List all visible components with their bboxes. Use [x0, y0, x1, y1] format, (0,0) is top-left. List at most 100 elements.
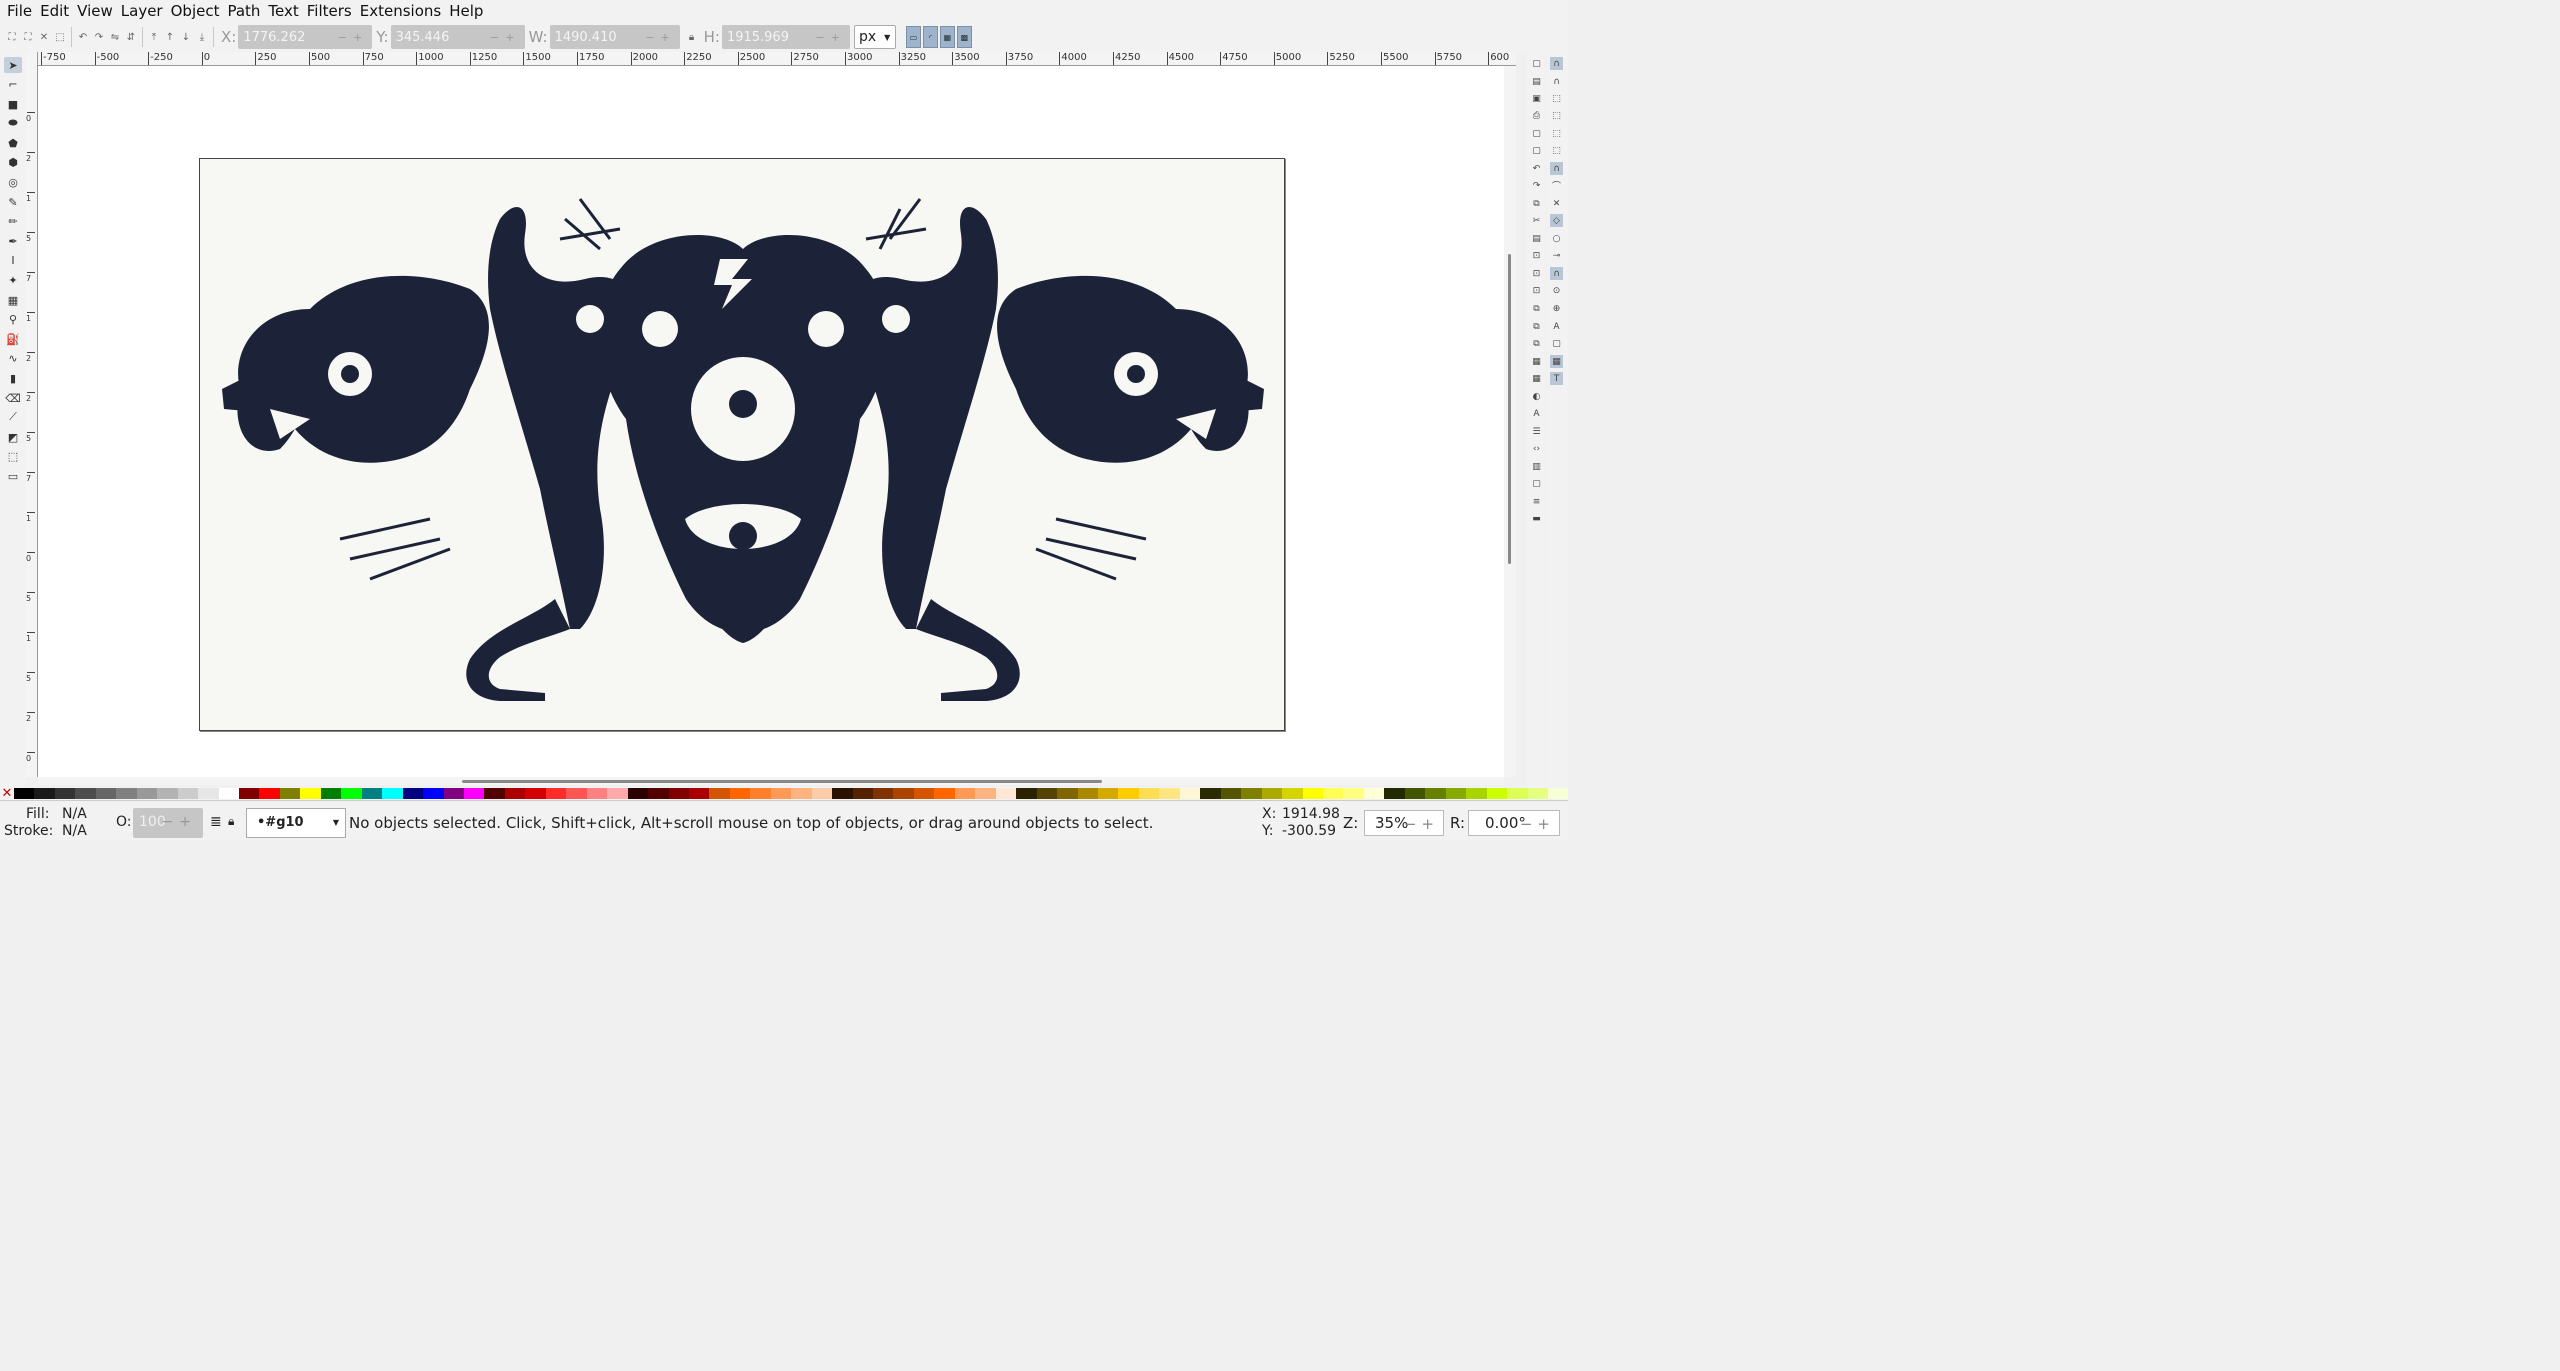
color-swatch[interactable] [382, 788, 403, 799]
document-properties-icon[interactable]: ▢ [1530, 477, 1543, 490]
y-stepper[interactable]: −+ [490, 31, 520, 44]
zoom-stepper[interactable]: −+ [1404, 815, 1439, 833]
lock-layer-icon[interactable]: 🔒︎ [228, 814, 234, 829]
pencil-tool-icon[interactable]: ✏ [4, 213, 22, 229]
node-tool-icon[interactable]: ⌐ [4, 76, 22, 92]
color-swatch[interactable] [648, 788, 669, 799]
color-swatch[interactable] [1404, 788, 1426, 799]
star-tool-icon[interactable]: ⬟ [4, 135, 22, 151]
color-swatch[interactable] [545, 788, 567, 799]
save-icon[interactable]: ▣ [1530, 92, 1543, 105]
color-swatch[interactable] [1486, 788, 1508, 799]
pen-tool-icon[interactable]: ✎ [4, 194, 22, 210]
color-swatch[interactable] [259, 788, 280, 799]
snap-bbox-center-icon[interactable]: ⬚ [1550, 144, 1563, 157]
color-swatch[interactable] [1179, 788, 1201, 799]
color-swatch[interactable] [975, 788, 996, 799]
color-swatch[interactable] [116, 788, 137, 799]
color-swatch[interactable] [320, 788, 342, 799]
touch-select-icon[interactable]: ⬚ [52, 29, 68, 45]
vertical-scroll-thumb[interactable] [1508, 254, 1511, 564]
color-swatch[interactable] [1363, 788, 1385, 799]
text-font-icon[interactable]: A [1530, 407, 1543, 420]
select-all-icon[interactable]: ⛶ [4, 29, 20, 45]
snap-bbox-edge-icon[interactable]: ⬚ [1550, 92, 1563, 105]
menu-file[interactable]: File [3, 0, 36, 22]
color-swatch[interactable] [873, 788, 894, 799]
color-swatch[interactable] [1261, 788, 1283, 799]
text-tool-icon[interactable]: Ⅰ [4, 252, 22, 268]
color-swatch[interactable] [1384, 788, 1405, 799]
3dbox-tool-icon[interactable]: ⬢ [4, 154, 22, 170]
cut-icon[interactable]: ✂ [1530, 214, 1543, 227]
color-swatch[interactable] [1282, 788, 1303, 799]
color-swatch[interactable] [688, 788, 710, 799]
color-swatch[interactable] [198, 788, 219, 799]
color-swatch[interactable] [423, 788, 444, 799]
duplicate-icon[interactable]: ⧉ [1530, 302, 1543, 315]
canvas[interactable] [38, 66, 1504, 777]
horizontal-scrollbar[interactable] [38, 777, 1504, 785]
snap-bbox-corner-icon[interactable]: ⬚ [1550, 109, 1563, 122]
menu-path[interactable]: Path [223, 0, 264, 22]
w-stepper[interactable]: −+ [645, 31, 675, 44]
mesh-tool-icon[interactable]: ▦ [4, 292, 22, 308]
xml-editor-icon[interactable]: ‹› [1530, 442, 1543, 455]
color-swatch[interactable] [1138, 788, 1160, 799]
color-swatch[interactable] [995, 788, 1017, 799]
menu-view[interactable]: View [73, 0, 117, 22]
color-swatch[interactable] [668, 788, 689, 799]
new-document-icon[interactable]: ▢ [1530, 57, 1543, 70]
copy-icon[interactable]: ⧉ [1530, 197, 1543, 210]
color-swatch[interactable] [566, 788, 587, 799]
color-swatch[interactable] [709, 788, 730, 799]
color-swatch[interactable] [934, 788, 955, 799]
eraser-tool-icon[interactable]: ⌫ [4, 390, 22, 406]
color-swatch[interactable] [484, 788, 505, 799]
spiral-tool-icon[interactable]: ◎ [4, 174, 22, 190]
snap-grid-icon[interactable]: ▦ [1550, 355, 1563, 368]
color-swatch[interactable] [1057, 788, 1078, 799]
clone-icon[interactable]: ⧉ [1530, 320, 1543, 333]
dropper-tool-icon[interactable]: ⚲ [4, 311, 22, 327]
unlink-clone-icon[interactable]: ⧉ [1530, 337, 1543, 350]
color-swatch[interactable] [852, 788, 874, 799]
undo-icon[interactable]: ↶ [1530, 162, 1543, 175]
menu-filters[interactable]: Filters [303, 0, 356, 22]
menu-text[interactable]: Text [264, 0, 302, 22]
export-icon[interactable]: ▢ [1530, 144, 1543, 157]
color-swatch[interactable] [750, 788, 771, 799]
color-swatch[interactable] [218, 788, 239, 799]
color-swatch[interactable] [1118, 788, 1139, 799]
color-swatch[interactable] [361, 788, 383, 799]
menu-layer[interactable]: Layer [117, 0, 167, 22]
select-all-layers-icon[interactable]: ⛶ [20, 29, 36, 45]
gradient-tool-icon[interactable]: ◩ [4, 429, 22, 445]
horizontal-scroll-thumb[interactable] [462, 780, 1102, 783]
color-swatch[interactable] [463, 788, 485, 799]
snap-enable-icon[interactable]: ∩ [1550, 57, 1563, 70]
flip-horizontal-icon[interactable]: ⇋ [107, 29, 123, 45]
snap-bbox-midpoint-icon[interactable]: ⬚ [1550, 127, 1563, 140]
color-swatch[interactable] [1077, 788, 1099, 799]
snap-bbox-icon[interactable]: ∩ [1550, 75, 1563, 88]
color-swatch[interactable] [1445, 788, 1467, 799]
paint-bucket-tool-icon[interactable]: ⛽ [4, 331, 22, 347]
rotation-stepper[interactable]: −+ [1520, 815, 1555, 833]
import-icon[interactable]: ▢ [1530, 127, 1543, 140]
x-input[interactable]: 1776.262 −+ [238, 25, 373, 49]
snap-page-icon[interactable]: ▢ [1550, 337, 1563, 350]
color-swatch[interactable] [1036, 788, 1058, 799]
color-swatch[interactable] [75, 788, 96, 799]
snap-midpoint-icon[interactable]: ⊸ [1550, 249, 1563, 262]
color-swatch[interactable] [1159, 788, 1180, 799]
zoom-drawing-icon[interactable]: ⊡ [1530, 267, 1543, 280]
color-swatch[interactable] [402, 788, 424, 799]
color-swatch[interactable] [443, 788, 464, 799]
spray-can-tool-icon[interactable]: ▮ [4, 370, 22, 386]
color-swatch[interactable] [54, 788, 76, 799]
color-swatch[interactable] [1343, 788, 1364, 799]
no-paint-swatch[interactable]: ✕ [0, 787, 14, 800]
deselect-icon[interactable]: ✕ [36, 29, 52, 45]
color-swatch[interactable] [1323, 788, 1344, 799]
